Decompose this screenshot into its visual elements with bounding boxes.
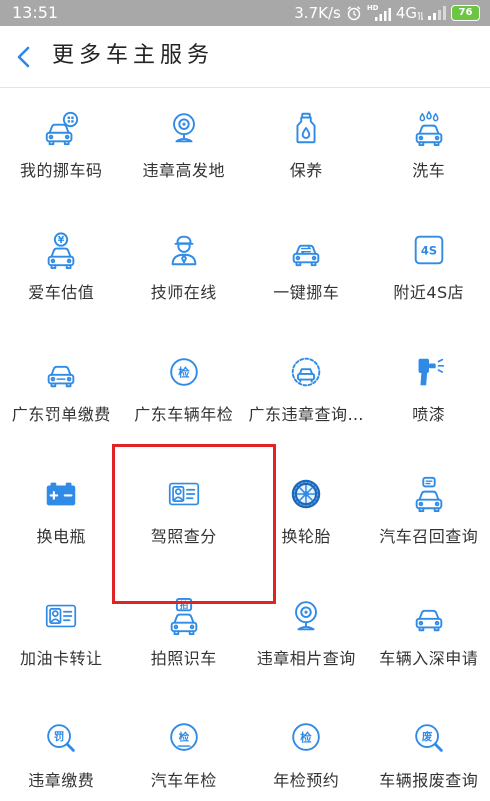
- service-label: 爱车估值: [28, 283, 95, 302]
- service-label: 加油卡转让: [19, 649, 103, 668]
- service-fuel-card-transfer[interactable]: 加油卡转让: [0, 576, 123, 698]
- service-violation-hotspots[interactable]: 违章高发地: [123, 88, 246, 210]
- 4s-store-icon: 4S: [410, 231, 448, 269]
- inspection-booking-icon: 检: [287, 719, 325, 757]
- service-inspection-booking[interactable]: 检 年检预约: [245, 698, 368, 801]
- status-time: 13:51: [12, 3, 59, 22]
- service-scrap-query[interactable]: 废 车辆报废查询: [368, 698, 490, 801]
- car-recall-icon: [410, 475, 448, 513]
- battery-icon: 76: [451, 5, 480, 21]
- service-spray-paint[interactable]: 喷漆: [368, 332, 490, 454]
- service-label: 广东违章查询…: [248, 405, 364, 424]
- service-label: 洗车: [412, 161, 446, 180]
- service-label: 换轮胎: [281, 527, 331, 546]
- fuel-card-icon: [42, 597, 80, 635]
- battery-icon: [42, 475, 80, 513]
- service-label: 我的挪车码: [19, 161, 103, 180]
- service-maintenance[interactable]: 保养: [245, 88, 368, 210]
- services-grid: 我的挪车码 违章高发地 保养 洗车 ¥ 爱车估值 技师在线 一键挪车 4S 附近…: [0, 88, 490, 801]
- fine-search-icon: 罚: [42, 719, 80, 757]
- scrap-search-icon: 废: [410, 719, 448, 757]
- spray-gun-icon: [410, 353, 448, 391]
- network-type-label: 4G: [395, 4, 417, 22]
- camera-icon: [287, 597, 325, 635]
- car-move-icon: [287, 231, 325, 269]
- service-violation-photo-query[interactable]: 违章相片查询: [245, 576, 368, 698]
- car-inspection-icon: 检: [165, 719, 203, 757]
- network-type: 4G: [396, 4, 423, 22]
- hd-signal-icon: HD: [367, 4, 391, 21]
- service-nearby-4s-store[interactable]: 4S 附近4S店: [368, 210, 490, 332]
- page-title: 更多车主服务: [52, 43, 215, 68]
- tire-icon: [287, 475, 325, 513]
- service-label: 汽车召回查询: [379, 527, 479, 546]
- back-button[interactable]: [8, 40, 42, 74]
- service-label: 喷漆: [412, 405, 446, 424]
- service-recall-query[interactable]: 汽车召回查询: [368, 454, 490, 576]
- network-speed: 3.7K/s: [294, 4, 341, 22]
- service-label: 年检预约: [273, 771, 340, 790]
- car-wash-icon: [410, 109, 448, 147]
- mechanic-icon: [165, 231, 203, 269]
- service-guangdong-ticket-payment[interactable]: 广东罚单缴费: [0, 332, 123, 454]
- car-front-icon: [42, 353, 80, 391]
- service-label: 违章相片查询: [256, 649, 356, 668]
- service-label: 车辆报废查询: [379, 771, 479, 790]
- service-battery-replacement[interactable]: 换电瓶: [0, 454, 123, 576]
- service-label: 车辆入深申请: [379, 649, 479, 668]
- status-bar: 13:51 3.7K/s HD 4G 76: [0, 0, 490, 26]
- service-label: 一键挪车: [273, 283, 340, 302]
- icon-glyph: 拍: [179, 599, 188, 611]
- icon-glyph: 4S: [421, 243, 437, 257]
- status-indicators: 3.7K/s HD 4G 76: [294, 0, 480, 26]
- icon-glyph: ¥: [58, 235, 65, 246]
- service-violation-payment[interactable]: 罚 违章缴费: [0, 698, 123, 801]
- service-label: 违章高发地: [142, 161, 225, 180]
- service-car-wash[interactable]: 洗车: [368, 88, 490, 210]
- service-license-points[interactable]: 驾照查分: [123, 454, 246, 576]
- service-car-annual-inspection[interactable]: 检 汽车年检: [123, 698, 246, 801]
- service-tire-replacement[interactable]: 换轮胎: [245, 454, 368, 576]
- service-my-move-code[interactable]: 我的挪车码: [0, 88, 123, 210]
- service-label: 保养: [289, 161, 323, 180]
- alarm-icon: [346, 5, 362, 21]
- signal-icon: [428, 6, 446, 20]
- service-label: 广东车辆年检: [134, 405, 234, 424]
- icon-glyph: 检: [301, 730, 313, 744]
- service-label: 技师在线: [150, 283, 217, 302]
- violation-query-icon: [287, 353, 325, 391]
- inspection-icon: 检: [165, 353, 203, 391]
- car-front-icon: [410, 597, 448, 635]
- car-value-icon: ¥: [42, 231, 80, 269]
- icon-glyph: 检: [179, 730, 190, 743]
- icon-glyph: 罚: [54, 731, 64, 743]
- photo-recognize-icon: 拍: [165, 597, 203, 635]
- service-label: 驾照查分: [150, 527, 217, 546]
- service-label: 违章缴费: [28, 771, 95, 790]
- service-one-key-move[interactable]: 一键挪车: [245, 210, 368, 332]
- service-shenzhen-entry-application[interactable]: 车辆入深申请: [368, 576, 490, 698]
- camera-icon: [165, 109, 203, 147]
- service-photo-car-recognition[interactable]: 拍 拍照识车: [123, 576, 246, 698]
- service-label: 汽车年检: [150, 771, 217, 790]
- service-technician-online[interactable]: 技师在线: [123, 210, 246, 332]
- service-label: 拍照识车: [150, 649, 217, 668]
- license-card-icon: [165, 475, 203, 513]
- chevron-left-icon: [8, 40, 42, 74]
- icon-glyph: 废: [422, 730, 433, 743]
- header: 更多车主服务: [0, 26, 490, 87]
- oil-bottle-icon: [287, 109, 325, 147]
- service-label: 换电瓶: [36, 527, 86, 546]
- service-guangdong-annual-inspection[interactable]: 检 广东车辆年检: [123, 332, 246, 454]
- service-label: 附近4S店: [393, 283, 465, 302]
- car-code-icon: [42, 109, 80, 147]
- service-label: 广东罚单缴费: [11, 405, 111, 424]
- service-guangdong-violation-query[interactable]: 广东违章查询…: [245, 332, 368, 454]
- service-car-valuation[interactable]: ¥ 爱车估值: [0, 210, 123, 332]
- icon-glyph: 检: [178, 365, 190, 379]
